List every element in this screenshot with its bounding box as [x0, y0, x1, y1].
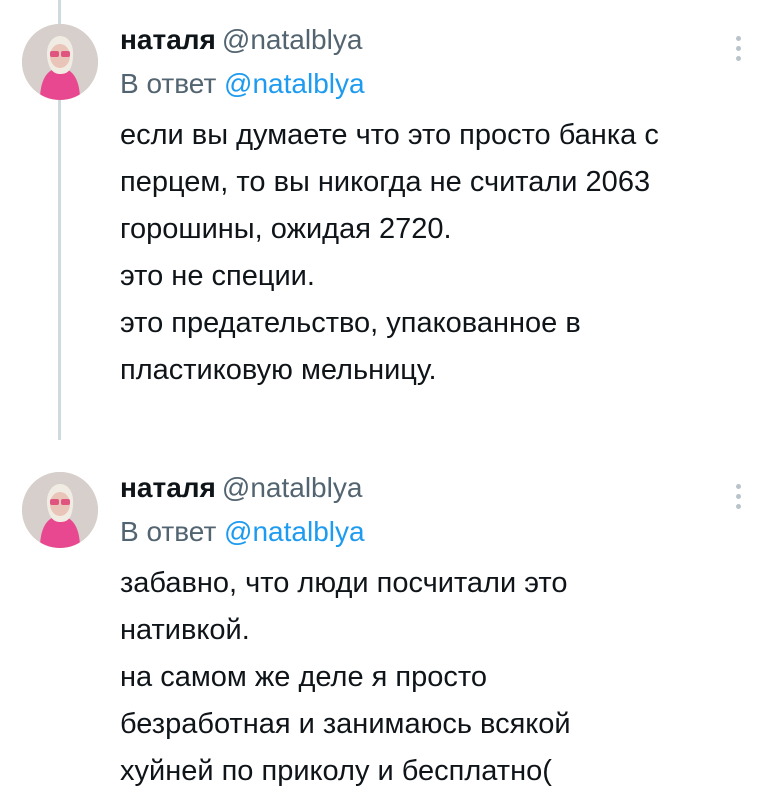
- tweet-text-line: это предательство, упакованное в: [120, 307, 581, 339]
- avatar[interactable]: [22, 24, 98, 100]
- more-vertical-icon[interactable]: [732, 484, 744, 518]
- tweet-text-line: на самом же деле я просто: [120, 661, 487, 693]
- reply-context: В ответ @natalblya: [120, 66, 365, 102]
- username-handle[interactable]: @natalblya: [222, 24, 363, 55]
- reply-context: В ответ @natalblya: [120, 514, 365, 550]
- more-vertical-icon[interactable]: [732, 36, 744, 70]
- display-name[interactable]: наталя: [120, 24, 216, 55]
- tweet-text-line: если вы думаете что это просто банка с: [120, 119, 659, 151]
- username-handle[interactable]: @natalblya: [222, 472, 363, 503]
- reply-prefix: В ответ: [120, 516, 217, 547]
- tweet-text-line: безработная и занимаюсь всякой: [120, 708, 571, 740]
- tweet-text-line: пластиковую мельницу.: [120, 354, 437, 386]
- tweet-text-line: горошины, ожидая 2720.: [120, 213, 452, 245]
- reply-mention-link[interactable]: @natalblya: [224, 516, 365, 547]
- tweet[interactable]: наталя @natalblya В ответ @natalblya заба…: [0, 466, 775, 800]
- tweet-text: если вы думаете что это просто банка с п…: [120, 112, 760, 394]
- tweet-text: забавно, что люди посчитали это нативкой…: [120, 560, 760, 795]
- tweet-header: наталя @natalblya: [120, 22, 362, 58]
- reply-prefix: В ответ: [120, 68, 217, 99]
- tweet-text-line: перцем, то вы никогда не считали 2063: [120, 166, 651, 198]
- tweet-header: наталя @natalblya: [120, 470, 362, 506]
- tweet-text-line: нативкой.: [120, 614, 250, 646]
- tweet[interactable]: наталя @natalblya В ответ @natalblya если…: [0, 18, 775, 418]
- reply-mention-link[interactable]: @natalblya: [224, 68, 365, 99]
- tweet-text-line: забавно, что люди посчитали это: [120, 567, 568, 599]
- avatar[interactable]: [22, 472, 98, 548]
- tweet-text-line: хуйней по приколу и бесплатно(: [120, 755, 552, 787]
- display-name[interactable]: наталя: [120, 472, 216, 503]
- tweet-text-line: это не специи.: [120, 260, 315, 292]
